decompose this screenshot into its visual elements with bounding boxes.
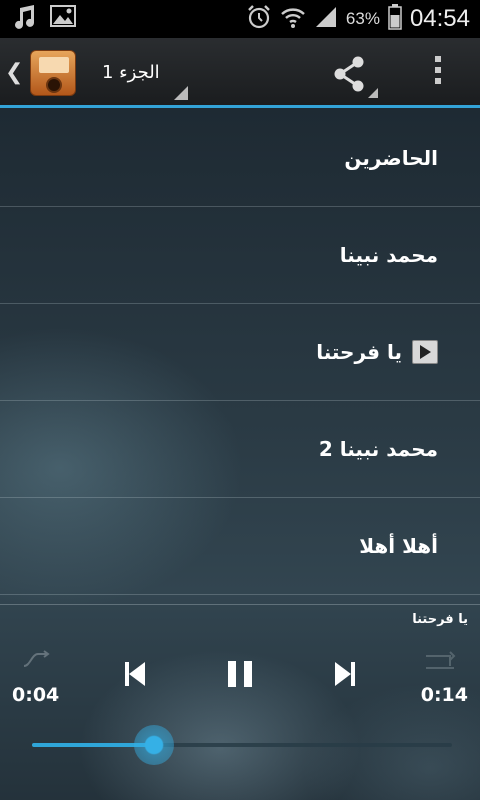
pause-icon [228,661,252,687]
now-playing-title: يا فرحتنا [412,612,468,627]
part-spinner[interactable]: الجزء 1 [96,58,190,100]
spinner-label: الجزء 1 [102,62,160,83]
total-duration: 0:14 [420,684,468,706]
track-title: أهلا أهلا [359,534,438,558]
next-icon [335,662,355,686]
shuffle-icon[interactable] [22,650,52,670]
track-title: محمد نبينا [339,243,438,267]
list-item[interactable]: محمد نبينا [0,207,480,304]
share-dropdown-arrow-icon [368,88,378,98]
action-bar-divider [0,105,480,108]
previous-button[interactable] [115,654,155,694]
seek-bar[interactable] [32,725,452,765]
battery-percent: 63% [345,9,380,28]
track-title: محمد نبينا 2 [318,437,438,461]
action-bar: ❮ الجزء 1 [0,38,480,108]
list-item[interactable]: محمد نبينا 2 [0,401,480,498]
list-item[interactable]: الحاضرين [0,110,480,207]
alarm-icon [246,4,272,34]
list-item[interactable]: أهلا أهلا [0,498,480,595]
pause-button[interactable] [220,654,260,694]
track-title: يا فرحتنا [316,340,402,364]
image-icon [50,4,76,34]
list-divider [0,604,480,605]
wifi-icon [280,5,306,33]
app-radio-icon[interactable] [30,50,76,96]
track-list: الحاضرين محمد نبينا يا فرحتنا محمد نبينا… [0,110,480,595]
share-button[interactable] [330,52,378,100]
spinner-arrow-icon [174,86,188,100]
elapsed-time: 0:04 [12,684,60,706]
repeat-icon[interactable] [420,650,460,674]
list-item[interactable]: يا فرحتنا [0,304,480,401]
track-title: الحاضرين [344,146,438,170]
status-time: 04:54 [409,5,470,32]
share-icon [330,56,370,100]
status-bar: 63% 04:54 [0,0,480,38]
previous-icon [125,662,145,686]
seek-thumb[interactable] [133,725,174,765]
next-button[interactable] [325,654,365,694]
overflow-menu-icon[interactable] [426,56,450,92]
battery-icon [388,4,402,34]
now-playing-icon [412,340,438,364]
signal-icon [314,5,338,33]
music-note-icon [12,4,36,34]
back-chevron-icon[interactable]: ❮ [5,60,23,85]
